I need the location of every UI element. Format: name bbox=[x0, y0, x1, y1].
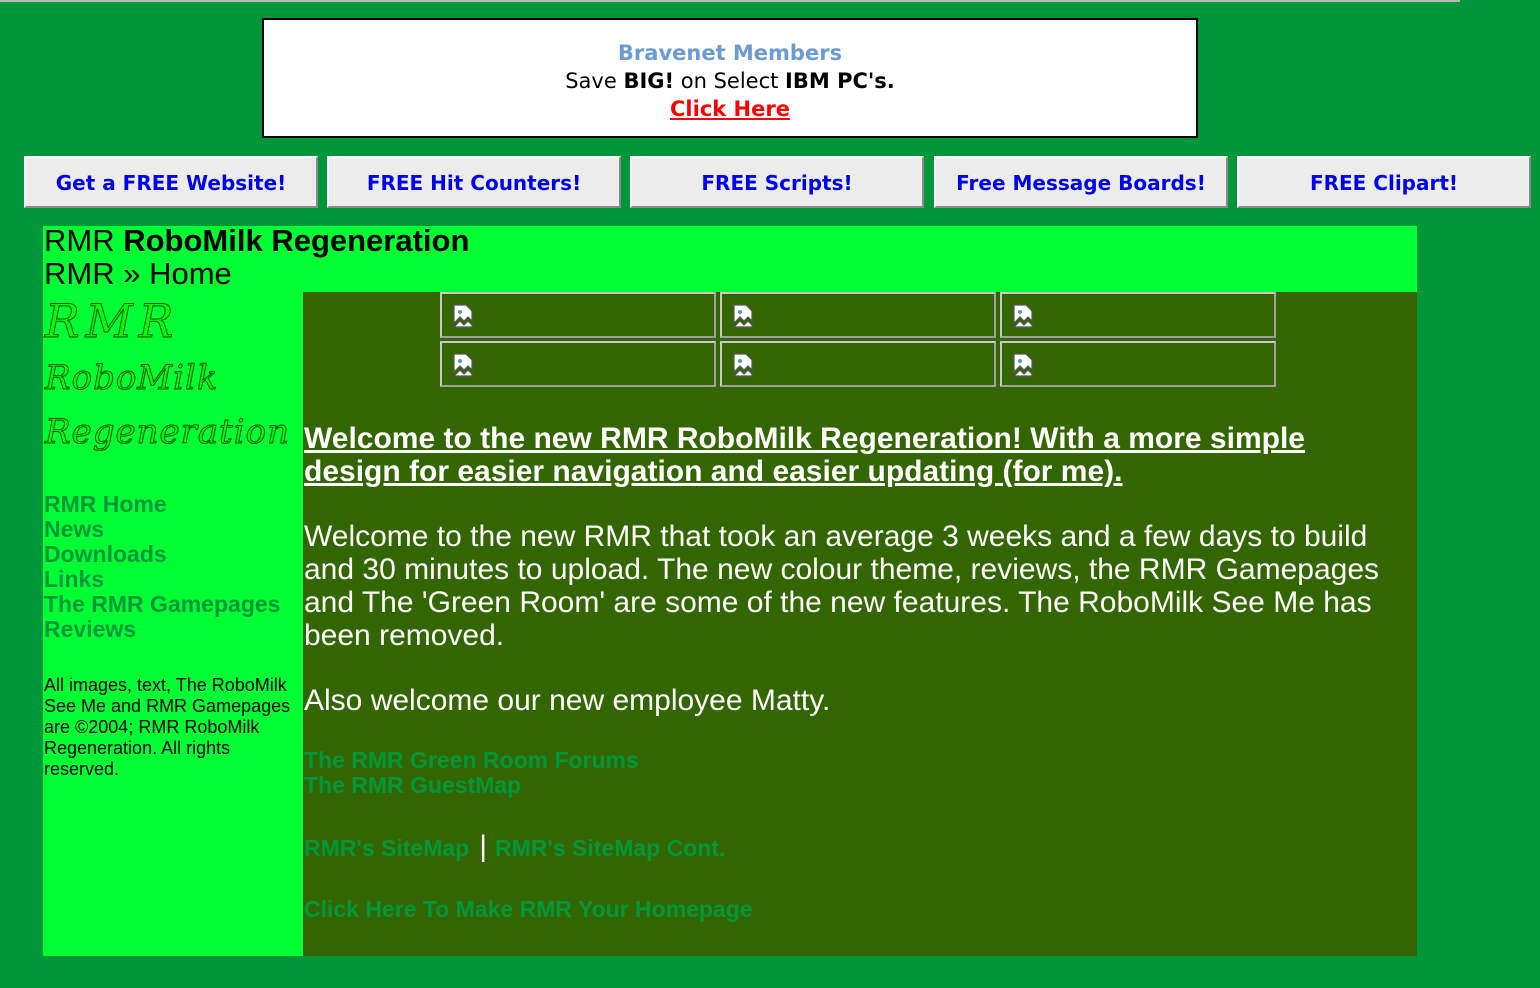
sitemap-cont-link[interactable]: RMR's SiteMap Cont. bbox=[495, 835, 725, 861]
image-cell[interactable] bbox=[1000, 292, 1276, 338]
ad-text: Save BIG! on Select IBM PC's. bbox=[264, 67, 1196, 95]
broken-image-icon bbox=[732, 353, 753, 377]
ad-text-big: BIG! bbox=[623, 69, 675, 93]
free-website-button[interactable]: Get a FREE Website! bbox=[24, 156, 318, 208]
ad-text-pre: Save bbox=[565, 69, 624, 93]
copyright-notice: All images, text, The RoboMilk See Me an… bbox=[44, 675, 291, 779]
free-scripts-button[interactable]: FREE Scripts! bbox=[630, 156, 924, 208]
site-title-name: RoboMilk Regeneration bbox=[123, 223, 470, 258]
sitemap-links: RMR's SiteMap | RMR's SiteMap Cont. bbox=[304, 830, 725, 864]
site-title: RMR RoboMilk Regeneration bbox=[44, 223, 469, 259]
green-room-forums-link[interactable]: The RMR Green Room Forums bbox=[304, 748, 639, 773]
top-divider bbox=[0, 0, 1460, 2]
nav-links[interactable]: Links bbox=[44, 567, 280, 592]
employee-paragraph: Also welcome our new employee Matty. bbox=[304, 684, 831, 717]
link-separator: | bbox=[479, 830, 488, 863]
content-area: Welcome to the new RMR RoboMilk Regenera… bbox=[303, 292, 1417, 956]
make-homepage-link[interactable]: Click Here To Make RMR Your Homepage bbox=[304, 896, 753, 922]
broken-image-icon bbox=[1012, 304, 1033, 328]
ad-title: Bravenet Members bbox=[617, 41, 843, 65]
nav-news[interactable]: News bbox=[44, 517, 280, 542]
welcome-paragraph: Welcome to the new RMR that took an aver… bbox=[304, 520, 1380, 652]
broken-image-icon bbox=[452, 304, 473, 328]
welcome-heading: Welcome to the new RMR RoboMilk Regenera… bbox=[304, 422, 1305, 488]
broken-image-icon bbox=[452, 353, 473, 377]
ad-click-here-link[interactable]: Click Here bbox=[670, 95, 790, 123]
image-cell[interactable] bbox=[1000, 341, 1276, 387]
broken-image-icon bbox=[732, 304, 753, 328]
community-links: The RMR Green Room Forums The RMR GuestM… bbox=[304, 748, 639, 798]
site-logo: RMR RoboMilk Regeneration bbox=[43, 292, 303, 462]
nav-downloads[interactable]: Downloads bbox=[44, 542, 280, 567]
site-title-prefix: RMR bbox=[44, 223, 124, 258]
free-clipart-button[interactable]: FREE Clipart! bbox=[1237, 156, 1531, 208]
free-hit-counters-button[interactable]: FREE Hit Counters! bbox=[327, 156, 621, 208]
ad-text-brand: IBM PC's. bbox=[785, 69, 895, 93]
main-table: RMR RoboMilk Regeneration RMR » Home RMR… bbox=[43, 223, 1417, 956]
sitemap-link[interactable]: RMR's SiteMap bbox=[304, 835, 469, 861]
nav-gamepages[interactable]: The RMR Gamepages bbox=[44, 592, 280, 617]
free-message-boards-button[interactable]: Free Message Boards! bbox=[934, 156, 1228, 208]
sidebar: RMR RoboMilk Regeneration RMR Home News … bbox=[43, 292, 303, 956]
bravenet-buttons-row: Get a FREE Website! FREE Hit Counters! F… bbox=[24, 156, 1532, 208]
logo-line-1: RMR bbox=[44, 294, 180, 349]
sidebar-nav: RMR Home News Downloads Links The RMR Ga… bbox=[44, 492, 280, 642]
image-cell[interactable] bbox=[440, 292, 716, 338]
nav-rmr-home[interactable]: RMR Home bbox=[44, 492, 280, 517]
image-cell[interactable] bbox=[440, 341, 716, 387]
make-homepage-container: Click Here To Make RMR Your Homepage bbox=[304, 896, 753, 923]
guestmap-link[interactable]: The RMR GuestMap bbox=[304, 773, 639, 798]
site-header: RMR RoboMilk Regeneration RMR » Home bbox=[43, 223, 1417, 292]
ad-banner: Bravenet Members Save BIG! on Select IBM… bbox=[262, 18, 1198, 138]
logo-line-2: RoboMilk bbox=[44, 358, 219, 399]
logo-line-3: Regeneration bbox=[44, 412, 291, 453]
nav-reviews[interactable]: Reviews bbox=[44, 617, 280, 642]
image-cell[interactable] bbox=[720, 341, 996, 387]
image-cell[interactable] bbox=[720, 292, 996, 338]
broken-image-icon bbox=[1012, 353, 1033, 377]
breadcrumb: RMR » Home bbox=[44, 256, 232, 291]
ad-text-mid: on Select bbox=[674, 69, 786, 93]
image-grid bbox=[440, 292, 1280, 392]
